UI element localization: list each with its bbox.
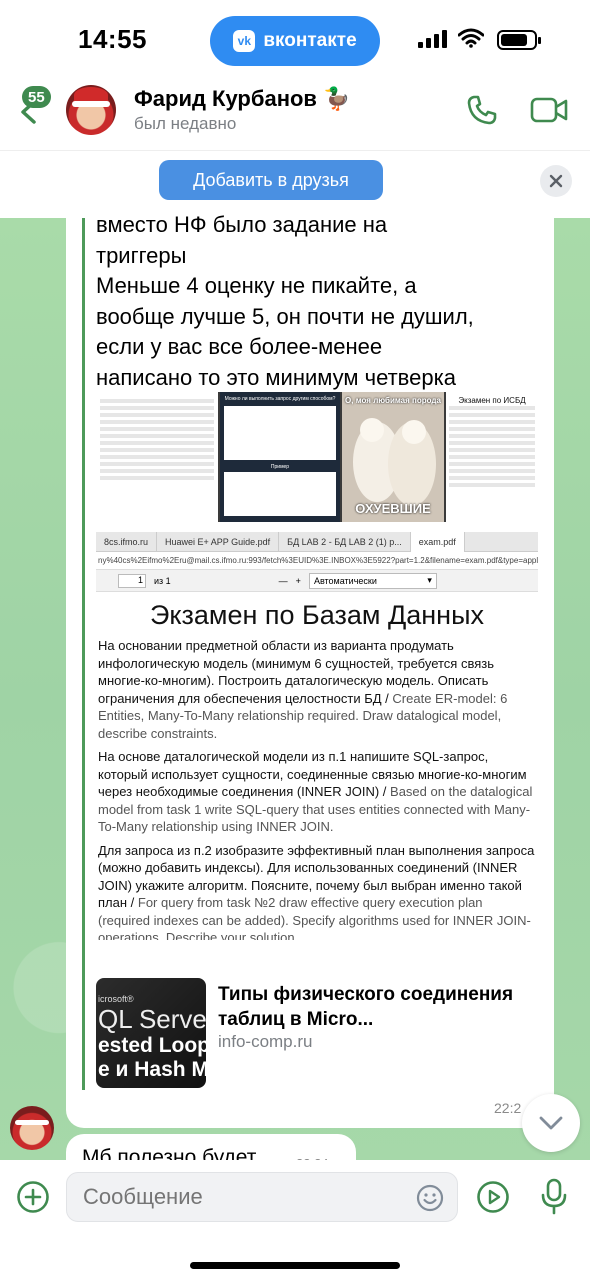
home-indicator: [190, 1262, 400, 1269]
microphone-icon[interactable]: [540, 1178, 568, 1216]
duck-emoji-icon: 🦆: [323, 86, 351, 111]
contact-status: был недавно: [134, 114, 237, 133]
pdf-page-total: из 1: [154, 575, 171, 586]
slide-title: Можно ли выполнить запрос другим способо…: [224, 396, 336, 402]
photo-exam-page[interactable]: Экзамен по ИСБД: [446, 392, 538, 522]
status-time: 14:55: [78, 24, 147, 54]
chevron-down-icon: [539, 1116, 563, 1130]
message-text: вместо НФ было задание на триггеры Меньш…: [96, 210, 546, 393]
browser-tabs: 8cs.ifmo.ru Huawei E+ APP Guide.pdf БД L…: [96, 532, 538, 552]
message-input[interactable]: [66, 1172, 458, 1222]
thumb-line: icrosoft®: [98, 994, 134, 1004]
photo-table-screenshot[interactable]: [96, 392, 218, 522]
browser-tab-active: exam.pdf: [410, 532, 465, 552]
browser-tab: 8cs.ifmo.ru: [96, 532, 158, 552]
vk-logo-icon: vk: [233, 30, 256, 52]
message-time: 22:2: [494, 1100, 522, 1116]
pdf-zoom-select: Автоматически ▾: [308, 572, 437, 589]
link-thumbnail: icrosoft® QL Serve ested Loop e и Hash M: [96, 978, 206, 1088]
add-friend-button[interactable]: Добавить в друзья: [159, 160, 383, 200]
thumb-line: QL Serve: [98, 1004, 206, 1034]
phone-call-icon[interactable]: [466, 94, 498, 126]
contact-avatar[interactable]: [66, 85, 116, 135]
message-line: Меньше 4 оценку не пикайте, а: [96, 273, 417, 298]
signal-icon: [418, 30, 447, 48]
pdf-paragraph-3: Для запроса из п.2 изобразите эффективны…: [96, 842, 538, 941]
thumb-line: ested Loop: [98, 1034, 206, 1057]
emoji-icon[interactable]: [416, 1184, 444, 1212]
thumb-line: e и Hash M: [98, 1058, 206, 1081]
add-friend-bar: Добавить в друзья: [0, 150, 590, 218]
photo-browser-screenshot[interactable]: 8cs.ifmo.ru Huawei E+ APP Guide.pdf БД L…: [96, 532, 538, 940]
pdf-title: Экзамен по Базам Данных: [150, 600, 484, 630]
dismiss-button[interactable]: [540, 165, 572, 197]
contact-name-text: Фарид Курбанов: [134, 86, 317, 111]
pdf-zoom-value: Автоматически: [313, 575, 377, 586]
contact-name[interactable]: Фарид Курбанов 🦆: [134, 86, 350, 112]
message-line: вообще лучше 5, он почти не душил,: [96, 303, 474, 329]
link-title: Типы физического соединения таблиц в Mic…: [218, 984, 514, 1030]
message-composer: [0, 1160, 590, 1280]
zoom-in-icon: +: [295, 575, 301, 586]
sender-avatar[interactable]: [10, 1106, 54, 1150]
wifi-icon: [458, 28, 484, 48]
photo-collage[interactable]: Можно ли выполнить запрос другим способо…: [96, 392, 538, 522]
video-call-icon[interactable]: [530, 96, 568, 124]
link-preview-card[interactable]: icrosoft® QL Serve ested Loop e и Hash M…: [96, 974, 536, 1088]
app-return-pill[interactable]: vk вконтакте: [210, 16, 380, 66]
scroll-down-button[interactable]: [522, 1094, 580, 1152]
message-line: написано то это минимум четверка: [96, 364, 456, 390]
browser-url: ny%40cs%2Eifmo%2Eru@mail.cs.ifmo.ru:993/…: [96, 552, 538, 570]
meme-bottom-text: ОХУЕВШИЕ: [355, 501, 431, 516]
photo-query-slide[interactable]: Можно ли выполнить запрос другим способо…: [220, 392, 340, 522]
slide-label: Пример: [270, 464, 290, 470]
message-line: вместо НФ было задание на: [96, 212, 388, 237]
battery-icon: [497, 30, 541, 50]
unread-count-badge: 55: [22, 86, 51, 108]
browser-tab: Huawei E+ APP Guide.pdf: [157, 532, 280, 552]
message-line: если у вас все более-менее: [96, 334, 383, 359]
message-line: триггеры: [96, 242, 187, 268]
chevron-down-icon: ▾: [427, 575, 432, 585]
app-pill-label: вконтакте: [263, 30, 357, 51]
pdf-paragraph-1: На основании предметной области из вариа…: [96, 637, 538, 742]
status-bar: 14:55 vk вконтакте: [0, 0, 590, 80]
message-bubble[interactable]: вместо НФ было задание на триггеры Меньш…: [66, 212, 554, 1128]
pdf-page-number: 1: [118, 573, 146, 588]
forwarded-quote-bar: [82, 218, 85, 1090]
browser-tab: БД LAB 2 - БД LAB 2 (1) p...: [279, 532, 411, 552]
play-media-icon[interactable]: [476, 1180, 510, 1214]
chat-header: 55 Фарид Курбанов 🦆 был недавно: [0, 80, 590, 150]
close-icon: [549, 174, 563, 188]
zoom-out-icon: —: [278, 575, 288, 586]
pdf-toolbar: 1 из 1 — + Автоматически ▾: [96, 570, 538, 592]
pdf-p3-en: For query from task №2 draw effective qu…: [98, 895, 531, 940]
link-domain: info-comp.ru: [218, 1032, 313, 1051]
add-attachment-icon[interactable]: [16, 1180, 50, 1214]
pdf-paragraph-2: На основе даталогической модели из п.1 н…: [96, 748, 538, 836]
photo-meme[interactable]: О, моя любимая порода ОХУЕВШИЕ: [342, 392, 444, 522]
exam-page-title: Экзамен по ИСБД: [458, 396, 526, 405]
